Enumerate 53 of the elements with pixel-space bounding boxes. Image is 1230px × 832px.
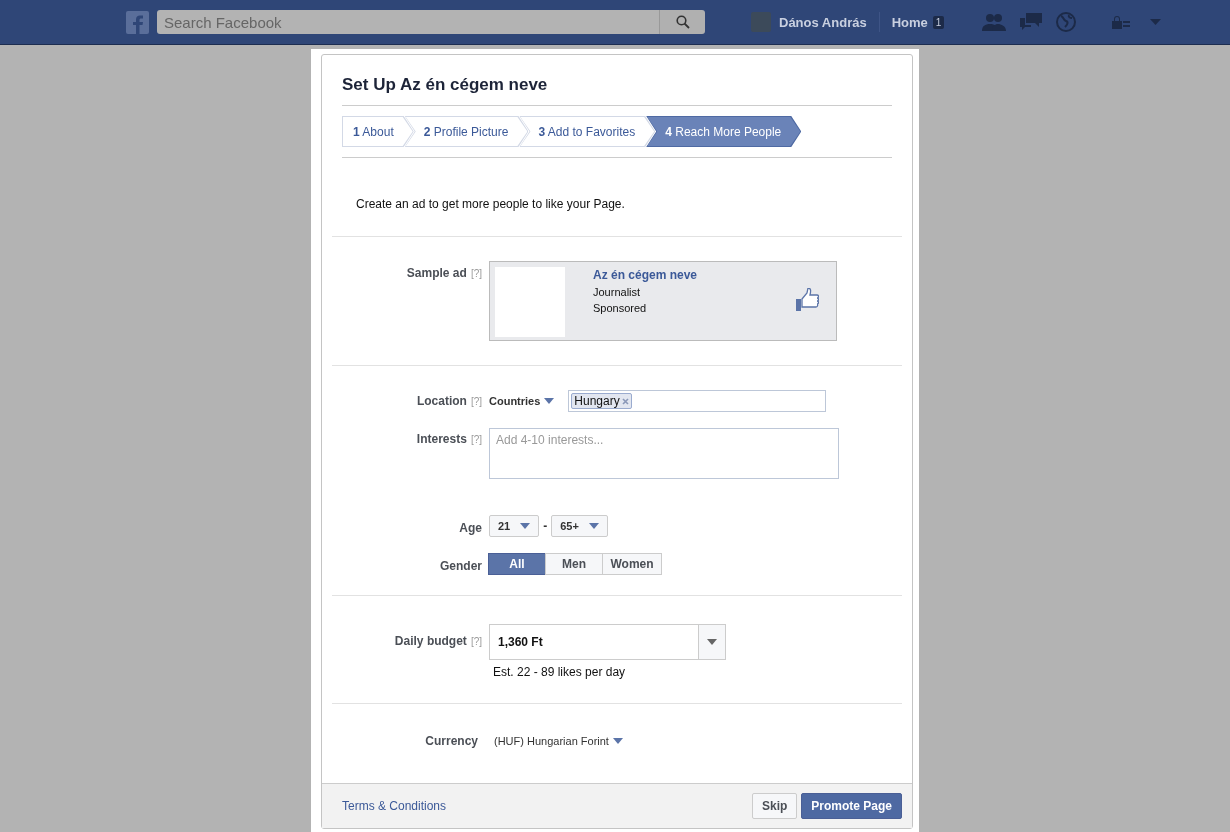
secondary-button[interactable]: Skip [751, 793, 798, 819]
field-label: Currency [425, 734, 478, 748]
terms-link[interactable]: Terms & Conditions [342, 799, 447, 813]
profile-link[interactable]: Dános András [751, 12, 880, 32]
age-max-select[interactable]: 65+ [551, 515, 608, 537]
ad-category: Journalist [593, 286, 642, 298]
search-button[interactable] [659, 10, 705, 34]
field-label: Daily budget [394, 634, 467, 648]
messages-icon[interactable] [1020, 13, 1043, 31]
field-label: Sample ad [406, 266, 467, 280]
ad-page-name[interactable]: Az én cégem neve [593, 268, 767, 282]
caret-icon [707, 639, 717, 645]
field-label: Interests [416, 432, 467, 446]
avatar [751, 12, 771, 32]
field-label: Age [459, 521, 482, 535]
age-min-select[interactable]: 21 [489, 515, 540, 537]
home-link[interactable]: Home [891, 14, 928, 30]
step-tab[interactable]: 4 Reach More People [646, 116, 802, 147]
location-type-dropdown[interactable]: Countries [489, 395, 555, 407]
caret-icon [544, 398, 555, 404]
caret-icon [612, 738, 623, 744]
search-field[interactable]: Search Facebook [157, 10, 659, 34]
currency-dropdown[interactable]: (HUF) Hungarian Forint [489, 735, 623, 747]
gender-option[interactable]: Men [545, 553, 603, 575]
dropdown-button[interactable] [699, 624, 726, 660]
estimate-text: Est. 22 - 89 likes per day [492, 665, 627, 679]
location-tag: Hungary [571, 393, 632, 409]
primary-button[interactable]: Promote Page [801, 793, 902, 819]
intro-text: Create an ad to get more people to like your Page. [332, 163, 902, 237]
budget-field[interactable]: 1,360 Ft [489, 624, 699, 660]
range-separator: - [543, 519, 548, 533]
gender-option[interactable]: All [488, 553, 546, 575]
notification-badge: 1 [932, 15, 945, 29]
gender-option[interactable]: Women [602, 553, 662, 575]
caret-icon[interactable] [1150, 19, 1162, 25]
thumbs-up-icon[interactable] [795, 288, 819, 312]
caret-icon [588, 523, 599, 529]
ad-sponsored: Sponsored [593, 302, 648, 314]
friends-icon[interactable] [982, 13, 1007, 31]
dialog-title: Set Up Az én cégem neve [342, 55, 892, 106]
remove-icon[interactable] [621, 397, 629, 405]
logo-icon[interactable] [126, 10, 149, 34]
step-tab[interactable]: 2 Profile Picture [404, 116, 529, 147]
field-label: Location [416, 394, 467, 408]
interests-field[interactable]: Add 4-10 interests... [489, 428, 839, 479]
lock-icon[interactable] [1112, 15, 1131, 29]
field-label: Gender [440, 559, 482, 573]
location-field[interactable]: Hungary [568, 390, 827, 412]
caret-icon [520, 523, 531, 529]
step-tab[interactable]: 1 About [342, 116, 414, 147]
search-icon [675, 15, 690, 29]
globe-icon[interactable] [1056, 12, 1077, 32]
step-tab[interactable]: 3 Add to Favorites [519, 116, 656, 147]
